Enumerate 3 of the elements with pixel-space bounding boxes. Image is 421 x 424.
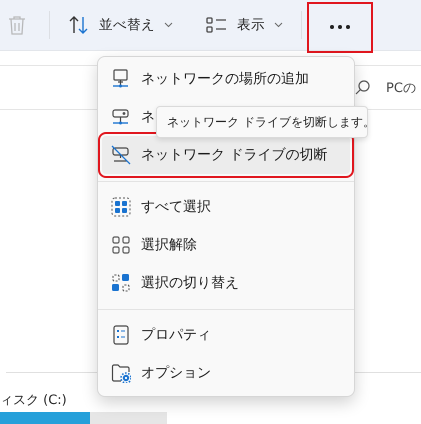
drive-label: ィスク (C:) [0, 392, 68, 409]
search-placeholder: PCの [386, 80, 416, 96]
tooltip-text: ネットワーク ドライブを切断します。 [167, 114, 375, 130]
